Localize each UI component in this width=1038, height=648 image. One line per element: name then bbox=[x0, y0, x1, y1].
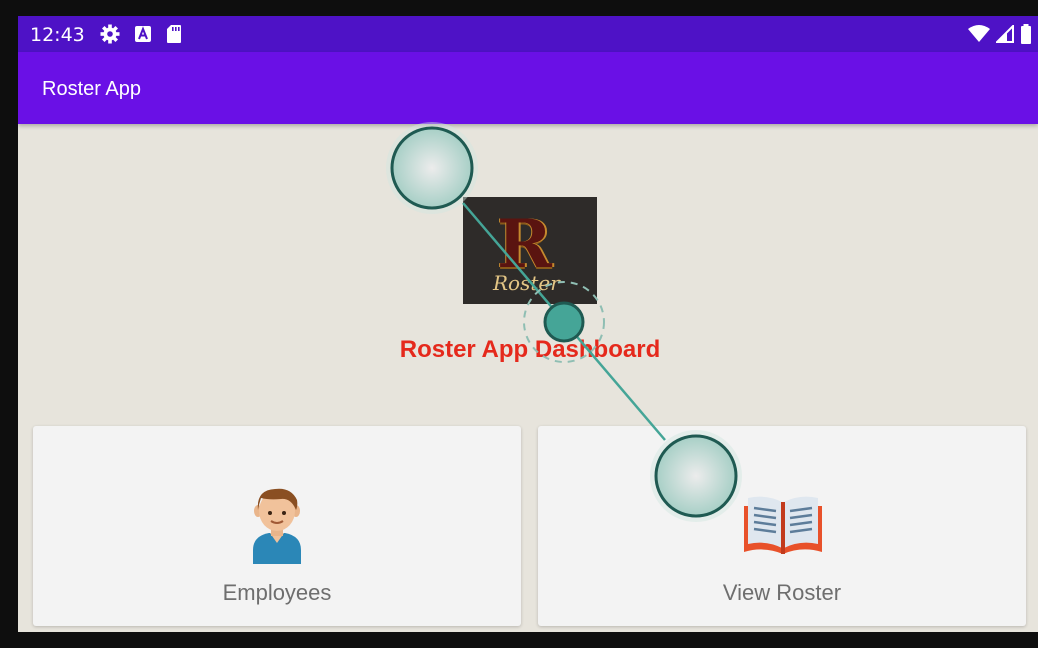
view-roster-label: View Roster bbox=[722, 580, 842, 605]
status-bar: 12:43 bbox=[18, 16, 1038, 52]
device-screen: 12:43 Roster App R Roster Roster App Das… bbox=[18, 16, 1038, 632]
app-logo: R Roster bbox=[463, 197, 597, 304]
gear-icon bbox=[100, 24, 120, 44]
employees-label: Employees bbox=[222, 580, 332, 605]
employee-icon bbox=[253, 488, 301, 564]
battery-icon bbox=[1021, 24, 1031, 44]
view-roster-card[interactable]: View Roster bbox=[538, 426, 1026, 626]
status-time: 12:43 bbox=[30, 24, 85, 46]
dashboard-title: Roster App Dashboard bbox=[399, 336, 661, 363]
employees-card[interactable]: Employees bbox=[33, 426, 521, 626]
logo-word: Roster bbox=[493, 271, 560, 295]
open-book-icon bbox=[744, 496, 822, 554]
wifi-icon bbox=[968, 25, 990, 42]
a-square-icon bbox=[135, 26, 151, 42]
sd-card-icon bbox=[167, 25, 181, 43]
signal-icon bbox=[996, 25, 1014, 43]
app-title: Roster App bbox=[42, 78, 141, 100]
app-bar: Roster App bbox=[18, 52, 1038, 124]
